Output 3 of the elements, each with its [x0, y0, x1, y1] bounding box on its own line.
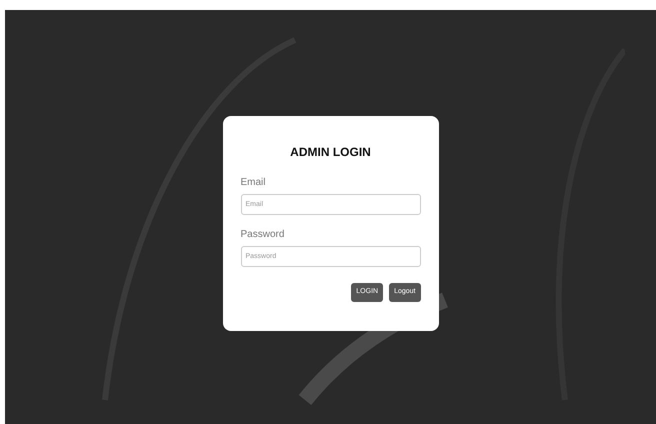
card-title: ADMIN LOGIN [289, 144, 372, 160]
field-label: Email [240, 177, 267, 189]
field-label: Password [240, 229, 286, 241]
